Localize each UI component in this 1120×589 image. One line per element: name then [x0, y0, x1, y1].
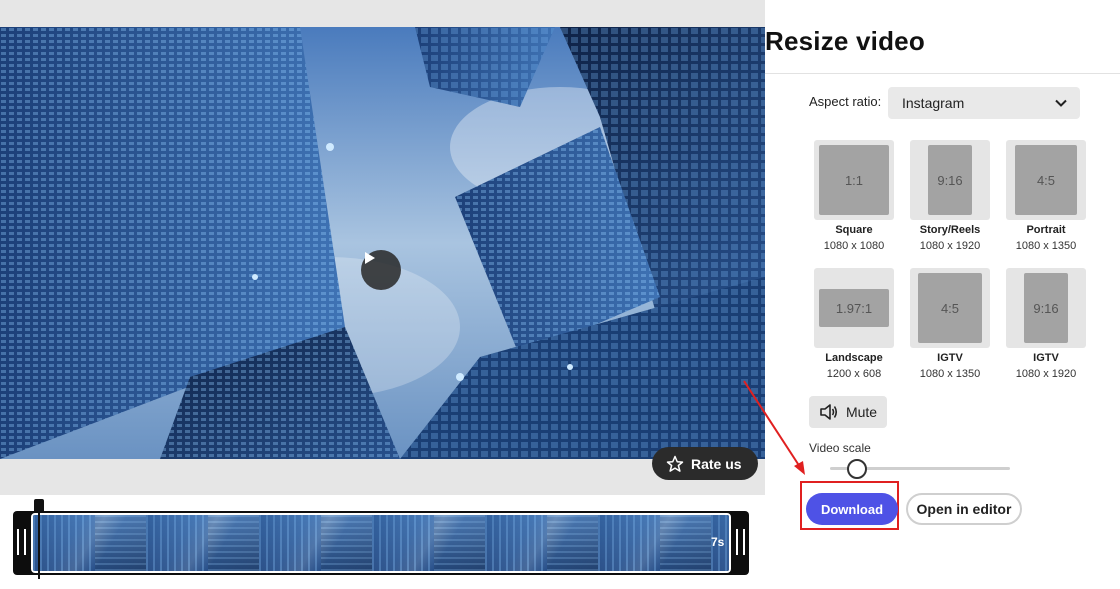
speaker-icon: [820, 404, 837, 420]
open-in-editor-button[interactable]: Open in editor: [906, 493, 1022, 525]
aspect-ratio-label: Aspect ratio:: [809, 94, 882, 109]
timeline-thumbnails: [31, 513, 731, 573]
preset-dims: 1080 x 1080: [823, 240, 885, 252]
aspect-ratio-value: Instagram: [902, 95, 965, 111]
preset-dims: 1080 x 1350: [919, 368, 981, 380]
timeline-thumbnail: [33, 515, 146, 571]
preset-name: Portrait: [1026, 224, 1066, 236]
preset-shape: 1.97:1: [819, 289, 889, 327]
video-scale-slider-thumb[interactable]: [847, 459, 867, 479]
duration-label: 7s: [711, 535, 725, 549]
timeline-thumbnail: [372, 515, 485, 571]
preset-portrait[interactable]: 4:5: [1006, 140, 1086, 220]
page-title: Resize video: [765, 26, 925, 56]
preset-dims: 1080 x 1920: [1015, 368, 1077, 380]
timeline-thumbnail: [146, 515, 259, 571]
chevron-down-icon: [1055, 99, 1067, 107]
trim-handle-right[interactable]: [736, 529, 745, 555]
rate-us-label: Rate us: [691, 455, 742, 472]
preset-igtv-9-16[interactable]: 9:16: [1006, 268, 1086, 348]
preset-shape: 9:16: [928, 145, 972, 215]
preset-dims: 1080 x 1920: [919, 240, 981, 252]
divider: [765, 73, 1120, 74]
video-frame-image: [0, 27, 765, 459]
rate-us-button[interactable]: Rate us: [652, 447, 758, 480]
preset-igtv-4-5[interactable]: 4:5: [910, 268, 990, 348]
video-scale-label: Video scale: [809, 441, 871, 455]
preset-shape: 1:1: [819, 145, 889, 215]
preset-landscape[interactable]: 1.97:1: [814, 268, 894, 348]
timeline-thumbnail: [598, 515, 711, 571]
play-icon: [365, 252, 375, 264]
preset-story-reels[interactable]: 9:16: [910, 140, 990, 220]
preset-square[interactable]: 1:1: [814, 140, 894, 220]
preset-shape: 4:5: [1015, 145, 1077, 215]
timeline-thumbnail: [259, 515, 372, 571]
preset-name: IGTV: [937, 352, 963, 364]
download-button[interactable]: Download: [806, 493, 898, 525]
preset-shape: 4:5: [918, 273, 982, 343]
trim-handle-left[interactable]: [17, 529, 26, 555]
video-preview[interactable]: [0, 27, 765, 459]
timeline-trimmer[interactable]: 7s: [13, 511, 749, 575]
preset-name: Story/Reels: [919, 224, 981, 236]
preset-shape: 9:16: [1024, 273, 1068, 343]
preset-dims: 1200 x 608: [826, 368, 882, 380]
mute-label: Mute: [845, 404, 878, 420]
play-button[interactable]: [361, 250, 401, 290]
preset-name: Square: [835, 224, 873, 236]
timeline-thumbnail: [485, 515, 598, 571]
preset-dims: 1080 x 1350: [1015, 240, 1077, 252]
aspect-ratio-select[interactable]: Instagram: [888, 87, 1080, 119]
preset-name: IGTV: [1033, 352, 1059, 364]
video-stage: Rate us: [0, 0, 765, 495]
mute-button[interactable]: Mute: [809, 396, 887, 428]
star-icon: [666, 455, 684, 472]
playhead[interactable]: [33, 499, 45, 579]
preset-name: Landscape: [825, 352, 883, 364]
resize-panel: Resize video Aspect ratio: Instagram 1:1…: [765, 0, 1120, 589]
